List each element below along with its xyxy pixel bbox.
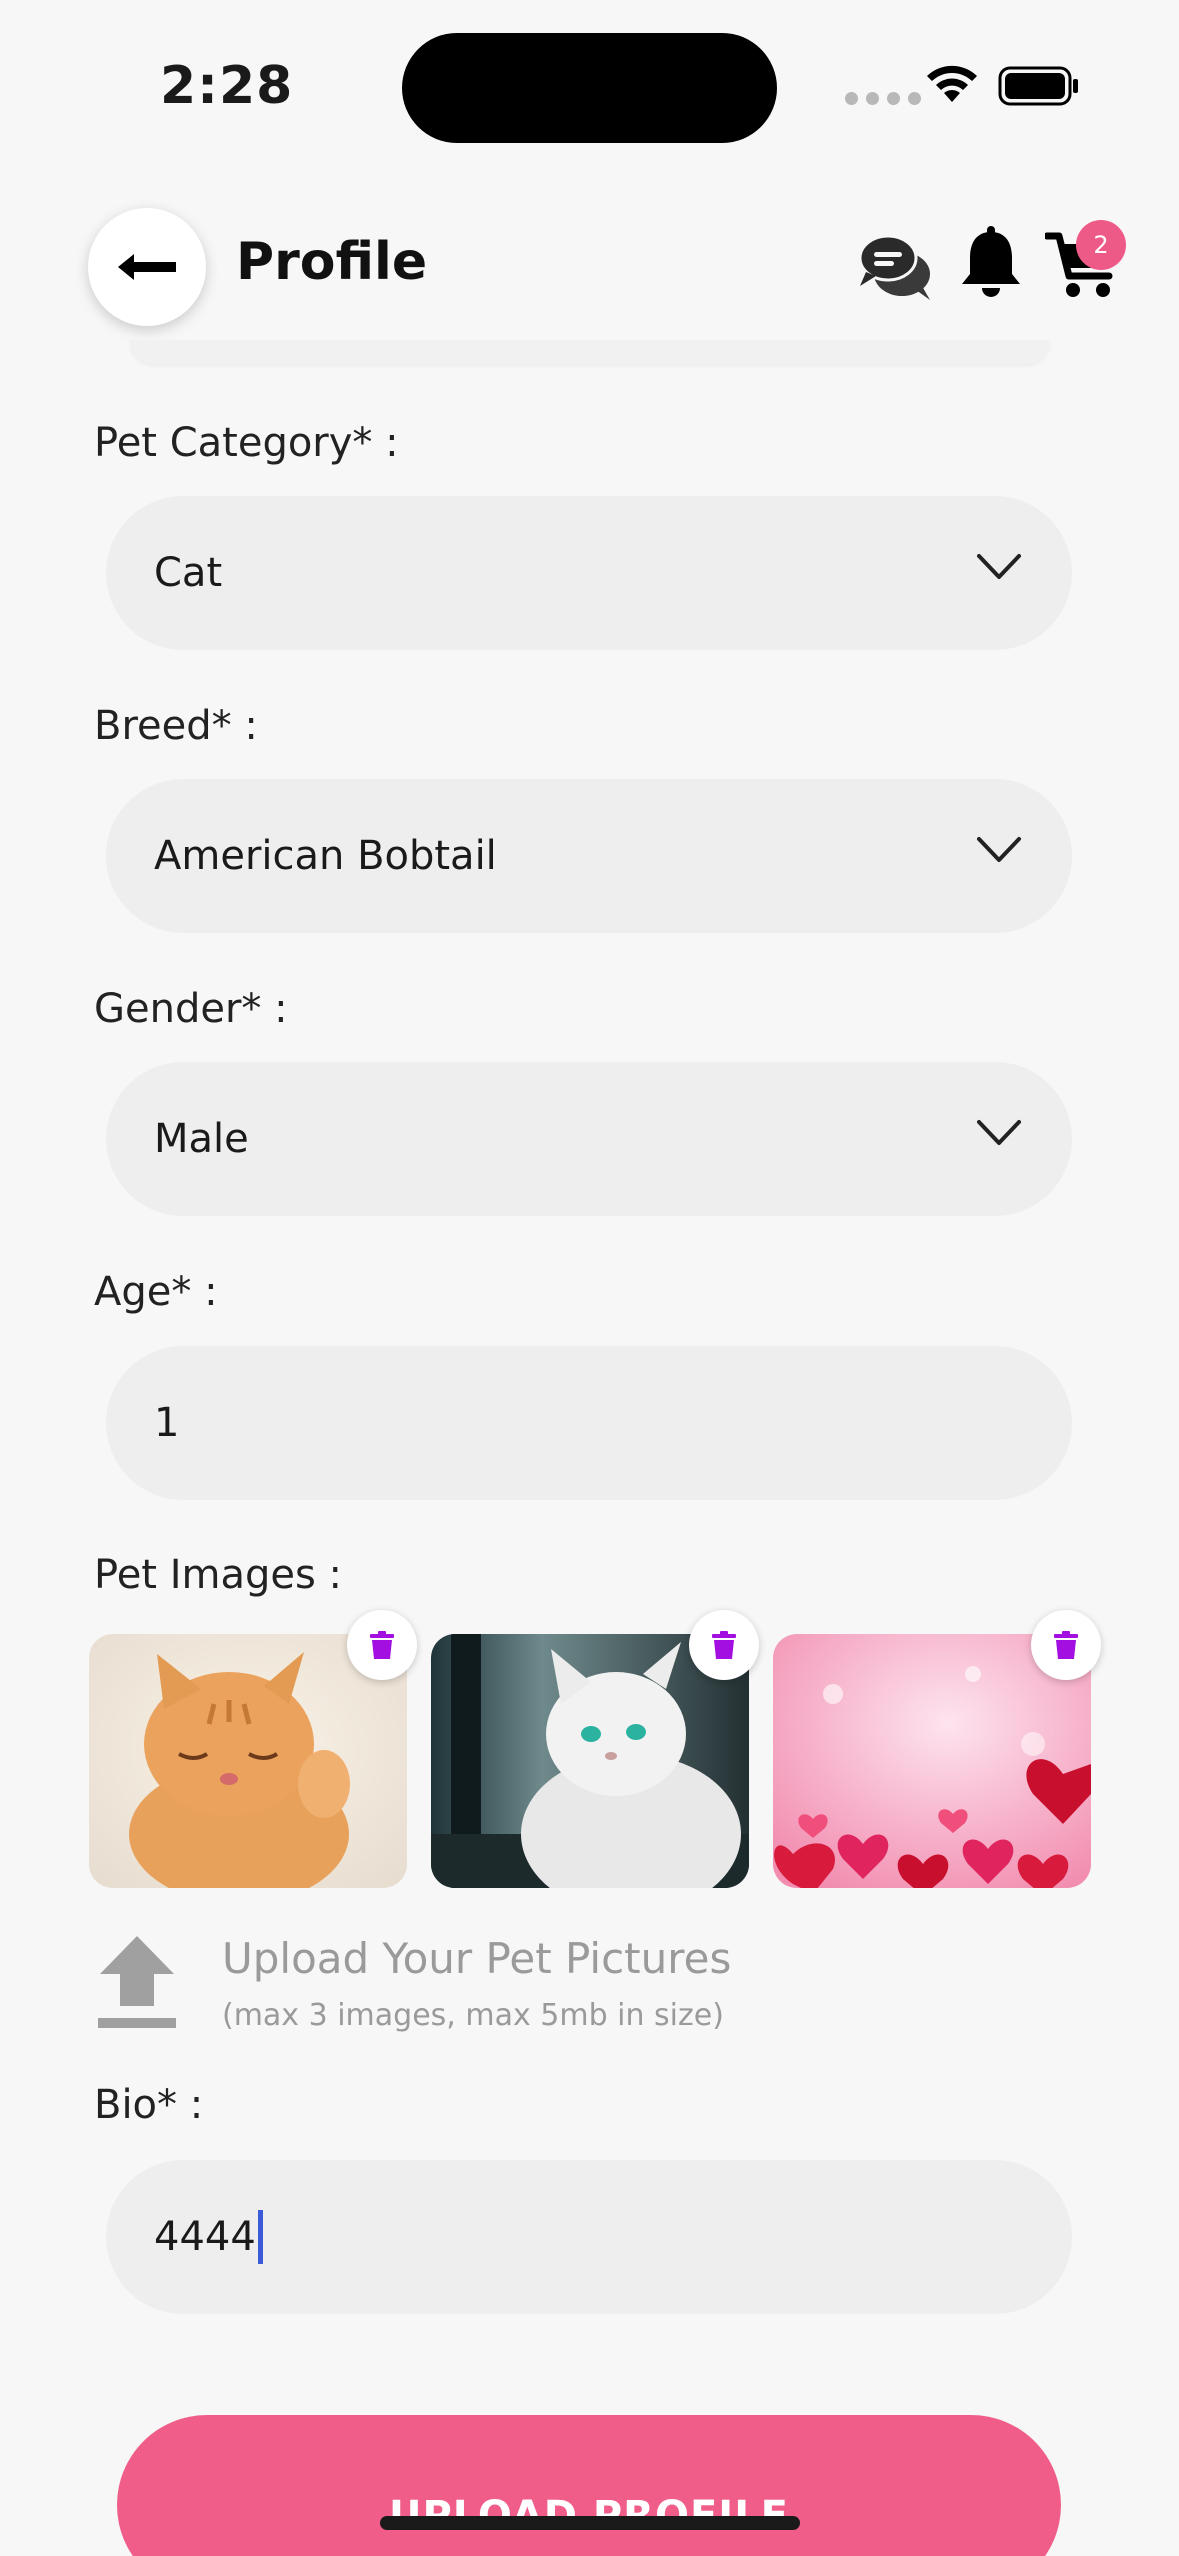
chevron-down-icon xyxy=(977,837,1021,862)
breed-value: American Bobtail xyxy=(154,833,497,879)
upload-icon[interactable] xyxy=(96,1934,178,2030)
breed-label: Breed* : xyxy=(94,703,258,749)
chevron-down-icon xyxy=(977,554,1021,579)
battery-icon xyxy=(998,66,1078,106)
age-input[interactable]: 1 xyxy=(106,1346,1072,1500)
gender-select[interactable]: Male xyxy=(106,1062,1072,1216)
delete-image-1-button[interactable] xyxy=(347,1610,417,1680)
bio-label: Bio* : xyxy=(94,2082,204,2128)
previous-field-edge xyxy=(130,340,1050,364)
bio-input[interactable]: 4444 xyxy=(106,2160,1072,2314)
age-label: Age* : xyxy=(94,1269,218,1315)
trash-icon xyxy=(1054,1631,1078,1659)
dynamic-island xyxy=(402,33,777,143)
upload-pictures-title[interactable]: Upload Your Pet Pictures xyxy=(222,1934,731,1983)
gender-label: Gender* : xyxy=(94,986,288,1032)
trash-icon xyxy=(370,1631,394,1659)
trash-icon xyxy=(712,1631,736,1659)
home-indicator[interactable] xyxy=(380,2516,800,2530)
breed-select[interactable]: American Bobtail xyxy=(106,779,1072,933)
upload-profile-button[interactable]: UPLOAD PROFILE xyxy=(117,2415,1061,2556)
age-value: 1 xyxy=(154,1400,180,1446)
status-time: 2:28 xyxy=(160,56,294,116)
pet-category-label: Pet Category* : xyxy=(94,420,399,466)
pet-images-label: Pet Images : xyxy=(94,1552,343,1598)
chevron-down-icon xyxy=(977,1120,1021,1145)
bell-icon[interactable] xyxy=(958,226,1024,302)
bio-value: 4444 xyxy=(154,2214,256,2260)
page-title: Profile xyxy=(236,232,428,292)
text-cursor xyxy=(257,2210,263,2264)
back-arrow-icon xyxy=(118,254,176,280)
chat-icon[interactable] xyxy=(858,230,934,302)
delete-image-3-button[interactable] xyxy=(1031,1610,1101,1680)
back-button[interactable] xyxy=(88,208,206,326)
cart-count-badge: 2 xyxy=(1076,220,1126,270)
wifi-icon xyxy=(927,65,977,102)
delete-image-2-button[interactable] xyxy=(689,1610,759,1680)
pet-category-value: Cat xyxy=(154,550,223,596)
cellular-signal-icon xyxy=(845,92,921,105)
upload-pictures-hint: (max 3 images, max 5mb in size) xyxy=(222,1998,724,2033)
gender-value: Male xyxy=(154,1116,249,1162)
pet-category-select[interactable]: Cat xyxy=(106,496,1072,650)
